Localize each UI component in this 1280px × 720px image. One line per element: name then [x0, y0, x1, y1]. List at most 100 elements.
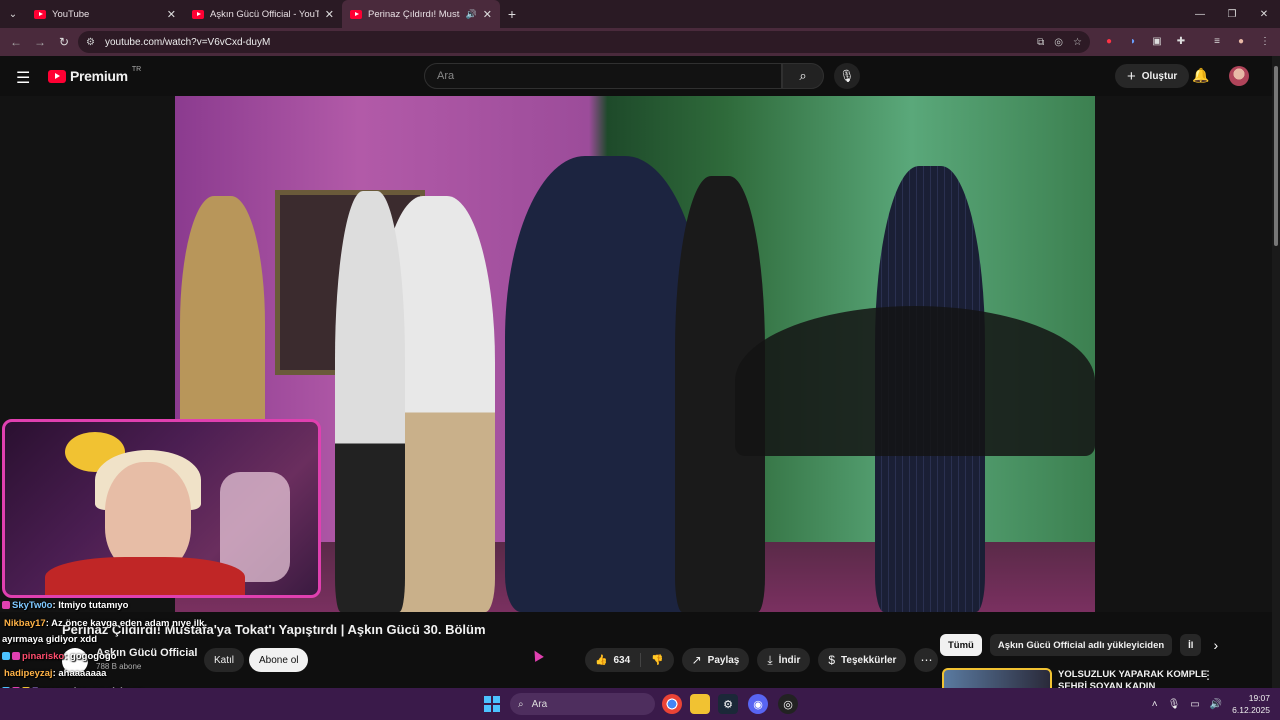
voice-search-button[interactable]: 🎙: [834, 63, 860, 89]
tab-askin-gucu-channel[interactable]: Aşkın Gücü Official - YouTube ✕: [184, 0, 342, 28]
clock[interactable]: 19:07 6.12.2025: [1232, 692, 1270, 716]
logo-text: Premium: [70, 68, 128, 84]
eye-off-icon[interactable]: ◎: [1054, 37, 1063, 48]
steam-app-icon[interactable]: ⚙: [718, 694, 738, 714]
thanks-icon: $: [828, 653, 836, 667]
taskbar-search-label: Ara: [531, 698, 548, 710]
address-bar[interactable]: ⚙ youtube.com/watch?v=V6vCxd-duyM ⧉ ◎ ☆: [78, 31, 1090, 53]
install-app-icon[interactable]: ⧉: [1037, 37, 1044, 48]
youtube-play-icon: [48, 69, 66, 83]
obs-app-icon[interactable]: ◎: [778, 694, 798, 714]
join-button[interactable]: Katıl: [204, 648, 245, 672]
chevron-up-icon[interactable]: ˄: [1152, 699, 1158, 710]
clock-time: 19:07: [1248, 693, 1270, 703]
microphone-icon[interactable]: 🎙: [1168, 699, 1181, 710]
subscribe-button[interactable]: Abone ol: [249, 648, 309, 672]
taskbar-search[interactable]: ⌕ Ara: [510, 693, 655, 715]
extension-red-icon[interactable]: ●: [1100, 32, 1118, 50]
streamer-webcam-overlay: [2, 419, 321, 598]
new-tab-button[interactable]: +: [500, 6, 524, 22]
search-input[interactable]: Ara: [424, 63, 782, 89]
chip-all[interactable]: Tümü: [940, 634, 982, 656]
microphone-icon: 🎙: [839, 69, 855, 83]
youtube-header: ☰ Premium TR Ara ⌕ 🎙 + Oluştur 🔔: [0, 56, 1280, 96]
account-avatar[interactable]: [1229, 66, 1249, 86]
clock-date: 6.12.2025: [1232, 705, 1270, 715]
thumbs-up-icon: 👍: [595, 654, 608, 666]
youtube-logo[interactable]: Premium TR: [48, 66, 141, 84]
extensions-puzzle-icon[interactable]: ✚: [1172, 32, 1190, 50]
create-button[interactable]: + Oluştur: [1115, 64, 1190, 88]
tab-label: Aşkın Gücü Official - YouTube: [210, 8, 319, 20]
minimize-icon[interactable]: —: [1184, 0, 1216, 28]
streamer-face: [105, 462, 191, 572]
download-button[interactable]: ⤓ İndir: [757, 648, 811, 672]
more-vertical-icon[interactable]: ⋮: [1202, 668, 1214, 682]
media-controls-icon[interactable]: ≡: [1208, 32, 1226, 50]
more-horizontal-icon: ⋯: [920, 653, 933, 667]
share-button[interactable]: ↗ Paylaş: [681, 648, 750, 672]
plus-icon: +: [1127, 67, 1136, 85]
close-window-icon[interactable]: ✕: [1248, 0, 1280, 28]
close-icon[interactable]: ✕: [325, 8, 334, 21]
discord-app-icon[interactable]: ◉: [748, 694, 768, 714]
more-actions-button[interactable]: ⋯: [914, 648, 939, 672]
share-label: Paylaş: [707, 654, 740, 666]
extension-box-icon[interactable]: ▣: [1148, 32, 1166, 50]
file-explorer-icon[interactable]: [690, 694, 710, 714]
chip-related[interactable]: İl: [1180, 634, 1202, 656]
chip-from-uploader[interactable]: Aşkın Gücü Official adlı yükleyiciden: [989, 634, 1173, 656]
close-icon[interactable]: ✕: [167, 8, 176, 21]
youtube-favicon-icon: [350, 9, 362, 19]
download-label: İndir: [778, 654, 801, 666]
tab-label: YouTube: [52, 8, 90, 20]
search-icon: ⌕: [799, 68, 807, 83]
system-tray: ˄ 🎙 ▭ 🔊 19:07 6.12.2025: [1152, 692, 1270, 716]
dislike-button[interactable]: 👎: [641, 648, 673, 672]
recommended-video[interactable]: YOLSUZLUK YAPARAK KOMPLE ŞEHRİ SOYAN KAD…: [940, 668, 1270, 688]
forward-icon[interactable]: →: [28, 30, 52, 54]
channel-name[interactable]: Aşkın Gücü Official: [96, 647, 197, 659]
site-info-icon[interactable]: ⚙: [86, 37, 95, 48]
bar-stools: [735, 306, 1095, 456]
windows-taskbar: ⌕ Ara ⚙ ◉ ◎ ˄ 🎙 ▭ 🔊 19:07 6.12.2025: [0, 688, 1280, 720]
close-icon[interactable]: ✕: [483, 8, 492, 21]
notifications-bell-icon[interactable]: 🔔: [1192, 67, 1209, 84]
restore-icon[interactable]: ❐: [1216, 0, 1248, 28]
create-label: Oluştur: [1141, 70, 1178, 82]
more-menu-icon[interactable]: ⋮: [1256, 32, 1274, 50]
tab-current-video[interactable]: Perinaz Çıldırdı! Mustafa'ya 🔊 ✕: [342, 0, 500, 28]
recommended-title[interactable]: YOLSUZLUK YAPARAK KOMPLE ŞEHRİ SOYAN KAD…: [1058, 669, 1210, 688]
tab-search-button[interactable]: ⌄: [0, 0, 26, 28]
back-icon[interactable]: ←: [4, 30, 28, 54]
search-button[interactable]: ⌕: [782, 63, 824, 89]
page-scrollbar[interactable]: [1272, 56, 1280, 688]
volume-icon[interactable]: 🔊: [1210, 699, 1222, 710]
streamer-shirt: [45, 557, 245, 595]
menu-icon[interactable]: ☰: [16, 68, 30, 88]
windows-start-icon[interactable]: [484, 696, 500, 712]
profile-avatar-icon[interactable]: ●: [1232, 32, 1250, 50]
speaker-icon[interactable]: 🔊: [466, 9, 477, 20]
like-button[interactable]: 👍 634: [585, 648, 640, 672]
share-icon: ↗: [691, 653, 702, 667]
window-controls: — ❐ ✕: [1184, 0, 1280, 28]
chrome-app-icon[interactable]: [662, 694, 682, 714]
channel-avatar[interactable]: [62, 648, 88, 674]
video-title: Perinaz Çıldırdı! Mustafa'ya Tokat'ı Yap…: [62, 622, 486, 637]
scrollbar-thumb[interactable]: [1274, 66, 1278, 246]
tab-youtube[interactable]: YouTube ✕: [26, 0, 184, 28]
url-text: youtube.com/watch?v=V6vCxd-duyM: [104, 36, 271, 48]
extensions-area: ● ◗ ▣ ✚: [1100, 32, 1190, 50]
display-icon[interactable]: ▭: [1190, 699, 1199, 710]
like-count: 634: [613, 654, 631, 666]
reload-icon[interactable]: ↻: [52, 30, 76, 54]
browser-tab-strip: ⌄ YouTube ✕ Aşkın Gücü Official - YouTub…: [0, 0, 1280, 28]
youtube-favicon-icon: [34, 9, 46, 19]
video-metadata: Perinaz Çıldırdı! Mustafa'ya Tokat'ı Yap…: [0, 612, 940, 688]
recommended-thumbnail[interactable]: [942, 668, 1052, 688]
thanks-button[interactable]: $ Teşekkürler: [818, 648, 907, 672]
bookmark-star-icon[interactable]: ☆: [1073, 37, 1082, 48]
chevron-right-icon[interactable]: ›: [1213, 637, 1218, 653]
extension-wave-icon[interactable]: ◗: [1124, 32, 1142, 50]
